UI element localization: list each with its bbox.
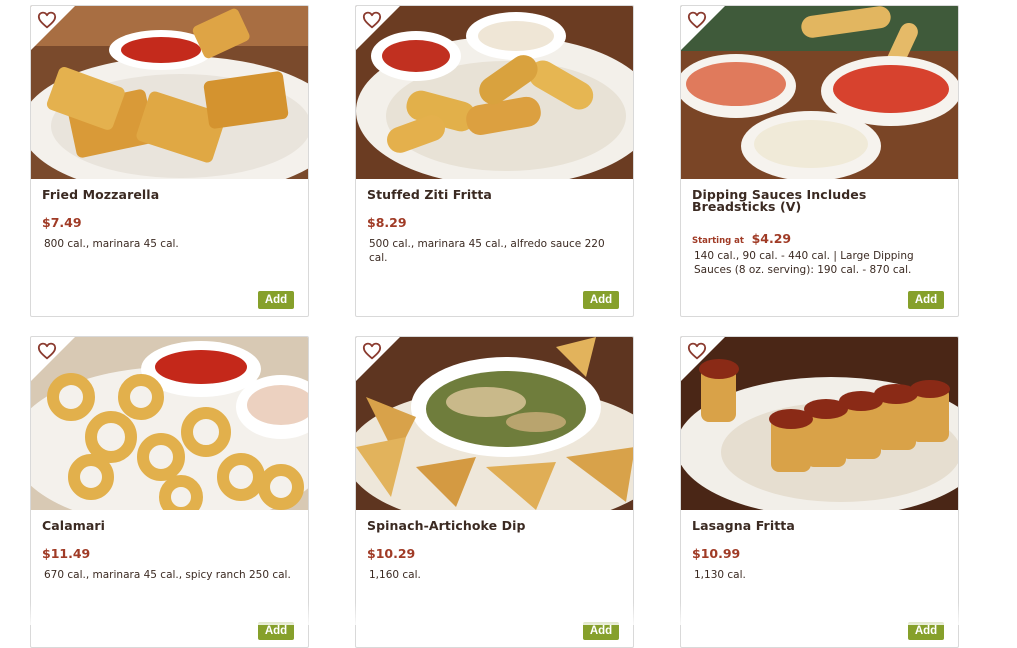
menu-item-calories: 500 cal., marinara 45 cal., alfredo sauc… [369, 238, 605, 264]
add-button[interactable]: Add [908, 291, 944, 309]
menu-item-calories: 670 cal., marinara 45 cal., spicy ranch … [44, 569, 291, 581]
menu-item-price: $11.49 [42, 546, 91, 561]
menu-item-calories: 1,160 cal. [369, 569, 421, 581]
menu-item-name[interactable]: Dipping Sauces Includes Breadsticks (V) [692, 188, 948, 213]
menu-item-card[interactable]: Stuffed Ziti Fritta $8.29 500 cal., mari… [355, 5, 634, 317]
heart-outline-icon[interactable] [37, 342, 57, 360]
heart-outline-icon[interactable] [362, 342, 382, 360]
menu-item-calories: 800 cal., marinara 45 cal. [44, 238, 179, 250]
menu-item-calories: 140 cal., 90 cal. - 440 cal. | Large Dip… [694, 250, 914, 276]
menu-item-name[interactable]: Stuffed Ziti Fritta [367, 188, 623, 201]
heart-outline-icon[interactable] [687, 342, 707, 360]
menu-item-price: $10.29 [367, 546, 416, 561]
menu-item-name[interactable]: Lasagna Fritta [692, 519, 948, 532]
menu-item-calories: 1,130 cal. [694, 569, 746, 581]
menu-item-card[interactable]: Spinach-Artichoke Dip $10.29 1,160 cal. … [355, 336, 634, 648]
add-button[interactable]: Add [583, 291, 619, 309]
heart-outline-icon[interactable] [362, 11, 382, 29]
heart-outline-icon[interactable] [687, 11, 707, 29]
menu-item-card[interactable]: Lasagna Fritta $10.99 1,130 cal. Add [680, 336, 959, 648]
menu-item-price-row: Starting at $4.29 [692, 228, 791, 247]
menu-item-card[interactable]: Fried Mozzarella $7.49 800 cal., marinar… [30, 5, 309, 317]
heart-outline-icon[interactable] [37, 11, 57, 29]
menu-item-price: $10.99 [692, 546, 741, 561]
menu-item-card[interactable]: Dipping Sauces Includes Breadsticks (V) … [680, 5, 959, 317]
menu-item-name[interactable]: Calamari [42, 519, 298, 532]
menu-item-card[interactable]: Calamari $11.49 670 cal., marinara 45 ca… [30, 336, 309, 648]
menu-item-name[interactable]: Spinach-Artichoke Dip [367, 519, 623, 532]
menu-item-price: $4.29 [751, 231, 792, 246]
price-prefix: Starting at [692, 236, 744, 246]
menu-item-name[interactable]: Fried Mozzarella [42, 188, 298, 201]
add-button[interactable]: Add [258, 291, 294, 309]
menu-item-price: $7.49 [42, 215, 82, 230]
menu-item-price: $8.29 [367, 215, 407, 230]
